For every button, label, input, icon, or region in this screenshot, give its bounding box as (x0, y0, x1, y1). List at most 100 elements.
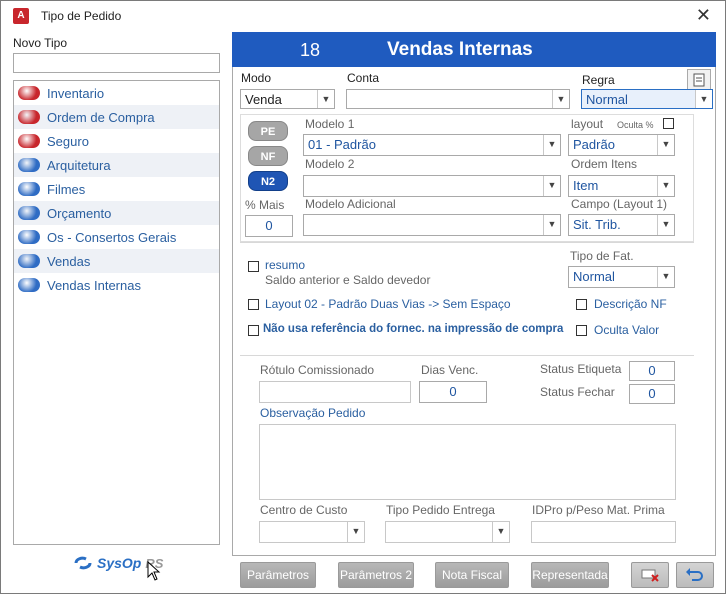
idpro-label: IDPro p/Peso Mat. Prima (532, 503, 665, 517)
tipo-name: Vendas Internas (387, 39, 533, 60)
modelo2-select[interactable]: ▼ (303, 175, 561, 197)
adicional-label: Modelo Adicional (305, 197, 396, 211)
tipo-fat-value: Normal (573, 269, 615, 284)
campo-select[interactable]: Sit. Trib. ▼ (568, 214, 675, 236)
modo-value: Venda (245, 92, 282, 107)
status-dot-icon (18, 182, 40, 196)
undo-button[interactable] (676, 562, 714, 588)
status-etiqueta-label: Status Etiqueta (540, 362, 622, 376)
header-bar: 18 Vendas Internas (232, 32, 716, 67)
title-bar: A Tipo de Pedido ✕ (1, 1, 725, 31)
tipo-entrega-label: Tipo Pedido Entrega (386, 503, 495, 517)
oculta-percent-checkbox[interactable] (663, 118, 674, 129)
tipo-fat-label: Tipo de Fat. (570, 249, 634, 263)
idpro-input[interactable] (531, 521, 676, 543)
list-item[interactable]: Ordem de Compra (14, 105, 219, 129)
status-dot-icon (18, 86, 40, 100)
descricao-nf-checkbox[interactable] (576, 299, 587, 310)
conta-label: Conta (347, 71, 380, 85)
modelo1-value: 01 - Padrão (308, 137, 376, 152)
observacao-label: Observação Pedido (260, 406, 366, 420)
regra-label: Regra (582, 73, 615, 87)
list-item[interactable]: Filmes (14, 177, 219, 201)
list-item[interactable]: Orçamento (14, 201, 219, 225)
status-dot-icon (18, 206, 40, 220)
close-icon[interactable]: ✕ (696, 5, 711, 26)
layout-value: Padrão (573, 137, 615, 152)
list-item-label: Vendas (47, 253, 91, 269)
nf-toggle[interactable]: NF (248, 146, 288, 166)
chevron-down-icon: ▼ (317, 90, 334, 108)
window-title: Tipo de Pedido (41, 9, 122, 23)
status-dot-icon (18, 254, 40, 268)
parametros2-button[interactable]: Parâmetros 2 (338, 562, 414, 588)
rotulo-comissionado-input[interactable] (259, 381, 411, 403)
resumo-checkbox[interactable] (248, 261, 259, 272)
chevron-down-icon: ▼ (657, 267, 674, 287)
list-item[interactable]: Inventario (14, 81, 219, 105)
mais-label: % Mais (245, 198, 285, 212)
resumo-label: resumo (265, 258, 306, 272)
centro-custo-label: Centro de Custo (260, 503, 348, 517)
centro-custo-select[interactable]: ▼ (259, 521, 365, 543)
list-item-label: Orçamento (47, 205, 112, 221)
nao-usa-referencia-checkbox[interactable] (248, 325, 259, 336)
status-fechar-input[interactable]: 0 (629, 384, 675, 404)
layout02-label: Layout 02 - Padrão Duas Vias -> Sem Espa… (265, 297, 511, 311)
list-item-label: Arquitetura (47, 157, 111, 173)
parametros-button[interactable]: Parâmetros (240, 562, 316, 588)
modo-label: Modo (241, 71, 272, 85)
layout02-checkbox[interactable] (248, 299, 259, 310)
novo-tipo-input[interactable] (13, 53, 220, 73)
modelo1-select[interactable]: 01 - Padrão ▼ (303, 134, 561, 156)
pe-toggle[interactable]: PE (248, 121, 288, 141)
logo-name: SysOp (97, 555, 142, 571)
chevron-down-icon: ▼ (347, 522, 364, 542)
representada-button[interactable]: Representada (531, 562, 609, 588)
descricao-nf-label: Descrição NF (594, 297, 667, 311)
status-dot-icon (18, 278, 40, 292)
layout-select[interactable]: Padrão ▼ (568, 134, 675, 156)
oculta-valor-label: Oculta Valor (594, 323, 660, 337)
nota-fiscal-button[interactable]: Nota Fiscal (435, 562, 509, 588)
list-item[interactable]: Os - Consertos Gerais (14, 225, 219, 249)
n2-toggle[interactable]: N2 (248, 171, 288, 191)
delete-button[interactable] (631, 562, 669, 588)
ordem-itens-select[interactable]: Item ▼ (568, 175, 675, 197)
regra-select[interactable]: Normal ▼ (581, 89, 713, 109)
list-item-label: Vendas Internas (47, 277, 141, 293)
oculta-percent-label: Oculta % (617, 120, 654, 130)
conta-select[interactable]: ▼ (346, 89, 570, 109)
modo-select[interactable]: Venda ▼ (240, 89, 335, 109)
observacao-textarea[interactable] (259, 424, 676, 500)
report-icon[interactable] (687, 69, 711, 91)
ordem-itens-label: Ordem Itens (571, 157, 638, 171)
adicional-select[interactable]: ▼ (303, 214, 561, 236)
layout-label: layout (571, 117, 604, 131)
oculta-valor-checkbox[interactable] (576, 325, 587, 336)
list-item[interactable]: Vendas Internas (14, 273, 219, 297)
chevron-down-icon: ▼ (695, 90, 712, 108)
tipo-entrega-select[interactable]: ▼ (385, 521, 510, 543)
divider (240, 242, 694, 243)
modelo2-label: Modelo 2 (305, 157, 355, 171)
list-item[interactable]: Seguro (14, 129, 219, 153)
status-dot-icon (18, 134, 40, 148)
list-item-label: Inventario (47, 85, 105, 101)
chevron-down-icon: ▼ (657, 176, 674, 196)
window: A Tipo de Pedido ✕ Novo Tipo Inventario O… (0, 0, 726, 594)
list-item[interactable]: Arquitetura (14, 153, 219, 177)
chevron-down-icon: ▼ (543, 215, 560, 235)
campo-label: Campo (Layout 1) (571, 197, 668, 211)
regra-value: Normal (586, 92, 628, 107)
list-item[interactable]: Vendas (14, 249, 219, 273)
sysop-swirl-icon (74, 556, 92, 570)
tipo-fat-select[interactable]: Normal ▼ (568, 266, 675, 288)
mais-input[interactable]: 0 (245, 215, 293, 237)
chevron-down-icon: ▼ (552, 90, 569, 108)
status-etiqueta-input[interactable]: 0 (629, 361, 675, 381)
chevron-down-icon: ▼ (657, 215, 674, 235)
dias-venc-label: Dias Venc. (421, 363, 479, 377)
dias-venc-input[interactable]: 0 (419, 381, 487, 403)
tipo-list[interactable]: Inventario Ordem de Compra Seguro Arquitetu… (13, 80, 220, 545)
